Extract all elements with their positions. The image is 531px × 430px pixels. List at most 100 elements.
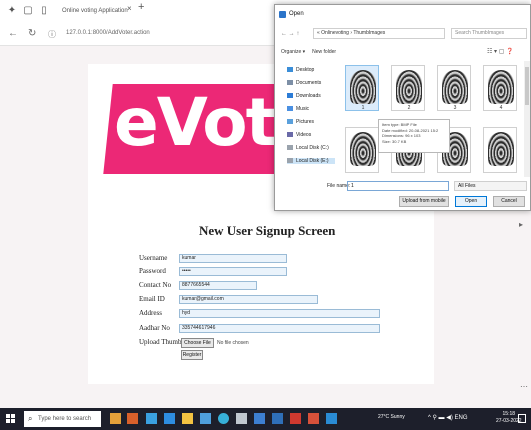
taskbar-app-icon[interactable] bbox=[127, 413, 138, 424]
taskbar-app-icon[interactable] bbox=[236, 413, 247, 424]
url-text[interactable]: 127.0.0.1:8000/AddVoter.action bbox=[66, 30, 150, 36]
tree-item[interactable]: Desktop bbox=[287, 67, 314, 73]
info-icon[interactable]: ⓘ bbox=[48, 29, 56, 40]
organize-button[interactable]: Organize ▾ bbox=[281, 49, 305, 55]
email-input[interactable]: kumar@gmail.com bbox=[179, 295, 318, 304]
dialog-path-bar[interactable]: « Onlinevoting › ThumbImages bbox=[313, 28, 445, 39]
aadhar-label: Aadhar No bbox=[139, 324, 170, 332]
thumb-file[interactable]: 2 bbox=[391, 65, 425, 111]
view-options-icons[interactable]: ☷ ▾ ▢ ❓ bbox=[487, 48, 514, 55]
tree-item[interactable]: Documents bbox=[287, 80, 321, 86]
tree-item[interactable]: Pictures bbox=[287, 119, 314, 125]
windows-taskbar: Type here to search ⌕ 27°C Sunny ^ ⚲ ▬ ◀… bbox=[0, 408, 531, 430]
page-scroll-icon[interactable]: ⋯ bbox=[520, 382, 528, 391]
fingerprint-image bbox=[488, 132, 514, 166]
scrollbar-thumb[interactable] bbox=[525, 67, 529, 105]
upload-thumb-label: Upload Thumb bbox=[139, 338, 182, 346]
address-input[interactable]: hyd bbox=[179, 309, 380, 318]
screen: ✦ ▢ ▯ Online voting Application × + ← ↻ … bbox=[0, 0, 531, 430]
tree-item-label: Music bbox=[296, 106, 310, 112]
browser-tab[interactable]: Online voting Application bbox=[50, 3, 128, 20]
contact-label: Contact No bbox=[139, 281, 172, 289]
taskbar-app-icon[interactable] bbox=[218, 413, 229, 424]
fingerprint-image bbox=[396, 70, 422, 104]
fingerprint-image bbox=[350, 70, 376, 104]
taskbar-app-icon[interactable] bbox=[200, 413, 211, 424]
taskbar-app-icon[interactable] bbox=[290, 413, 301, 424]
file-name-input[interactable]: 1 bbox=[347, 181, 449, 191]
taskbar-app-icon[interactable] bbox=[308, 413, 319, 424]
tree-item[interactable]: Local Disk (C:) bbox=[287, 145, 329, 151]
thumb-file[interactable]: 4 bbox=[483, 65, 517, 111]
password-input[interactable]: ••••• bbox=[179, 267, 287, 276]
tab-actions-icon[interactable]: ▢ bbox=[22, 5, 34, 17]
videos-icon bbox=[287, 132, 293, 138]
tree-item[interactable]: Downloads bbox=[287, 93, 321, 99]
tree-item-selected[interactable]: Local Disk (E:) bbox=[287, 158, 335, 164]
profile-icon[interactable]: ✦ bbox=[6, 5, 18, 17]
file-type-select[interactable]: All Files bbox=[454, 181, 527, 191]
thumb-file[interactable]: 3 bbox=[437, 65, 471, 111]
weather-widget[interactable]: 27°C Sunny bbox=[378, 414, 405, 420]
username-label: Username bbox=[139, 254, 168, 262]
cancel-button[interactable]: Cancel bbox=[493, 196, 525, 207]
music-icon bbox=[287, 106, 293, 112]
new-folder-button[interactable]: New folder bbox=[312, 49, 336, 55]
tree-item[interactable]: Music bbox=[287, 106, 309, 112]
page-icon: ▯ bbox=[41, 5, 47, 16]
fingerprint-image bbox=[488, 70, 514, 104]
thumb-file[interactable] bbox=[345, 127, 379, 173]
dialog-title: Open bbox=[289, 11, 304, 17]
dialog-search-input[interactable]: Search ThumbImages bbox=[451, 28, 527, 39]
password-label: Password bbox=[139, 267, 166, 275]
notification-icon[interactable] bbox=[518, 414, 526, 423]
system-tray-icons[interactable]: ^ ⚲ ▬ ◀) ENG bbox=[428, 414, 468, 421]
taskbar-app-icon[interactable] bbox=[326, 413, 337, 424]
thumb-label: 4 bbox=[499, 105, 503, 111]
dialog-app-icon bbox=[279, 11, 286, 18]
tree-item[interactable]: Videos bbox=[287, 132, 311, 138]
choose-file-button[interactable]: Choose File bbox=[181, 338, 214, 348]
aadhar-input[interactable]: 335744617946 bbox=[179, 324, 380, 333]
open-file-dialog: Open ← → ↑ « Onlinevoting › ThumbImages … bbox=[274, 4, 531, 211]
taskbar-app-icon[interactable] bbox=[182, 413, 193, 424]
address-label: Address bbox=[139, 309, 162, 317]
thumb-label: 2 bbox=[407, 105, 411, 111]
dialog-toolbar: Organize ▾ New folder bbox=[281, 49, 336, 55]
new-tab-icon[interactable]: + bbox=[138, 1, 144, 13]
tree-item-label: Downloads bbox=[296, 93, 321, 99]
download-icon bbox=[287, 93, 293, 99]
search-icon: ⌕ bbox=[28, 414, 33, 423]
back-icon[interactable]: ← bbox=[8, 28, 18, 39]
taskbar-app-icon[interactable] bbox=[254, 413, 265, 424]
upload-from-mobile-button[interactable]: Upload from mobile bbox=[399, 196, 449, 207]
open-button[interactable]: Open bbox=[455, 196, 487, 207]
taskbar-app-icon[interactable] bbox=[164, 413, 175, 424]
taskbar-app-icon[interactable] bbox=[146, 413, 157, 424]
username-input[interactable]: kumar bbox=[179, 254, 287, 263]
folder-icon bbox=[287, 67, 293, 73]
thumb-label: 1 bbox=[361, 105, 365, 111]
refresh-icon[interactable]: ↻ bbox=[28, 28, 36, 39]
thumb-label: 3 bbox=[453, 105, 457, 111]
register-button[interactable]: Register bbox=[181, 350, 203, 360]
thumb-file[interactable] bbox=[483, 127, 517, 173]
fingerprint-image bbox=[442, 70, 468, 104]
folder-icon bbox=[287, 80, 293, 86]
tree-item-label: Local Disk (C:) bbox=[296, 145, 329, 151]
tree-item-label: Pictures bbox=[296, 119, 315, 125]
drive-icon bbox=[287, 158, 293, 164]
thumb-file[interactable]: 1 bbox=[345, 65, 379, 111]
tooltip-line: Size: 30.7 KB bbox=[382, 138, 407, 144]
taskbar-search-input[interactable]: Type here to search bbox=[24, 411, 101, 427]
dialog-scrollbar[interactable] bbox=[524, 61, 530, 177]
start-windows-icon[interactable] bbox=[6, 414, 16, 424]
tab-close-icon[interactable]: × bbox=[127, 4, 132, 13]
tree-item-label: Desktop bbox=[296, 67, 315, 73]
no-file-text: No file chosen bbox=[217, 340, 249, 346]
contact-input[interactable]: 8877665544 bbox=[179, 281, 257, 290]
tree-item-label: Local Disk (E:) bbox=[296, 158, 329, 164]
taskbar-app-icon[interactable] bbox=[272, 413, 283, 424]
dialog-nav-icons[interactable]: ← → ↑ bbox=[281, 31, 299, 37]
taskbar-app-icon[interactable] bbox=[110, 413, 121, 424]
